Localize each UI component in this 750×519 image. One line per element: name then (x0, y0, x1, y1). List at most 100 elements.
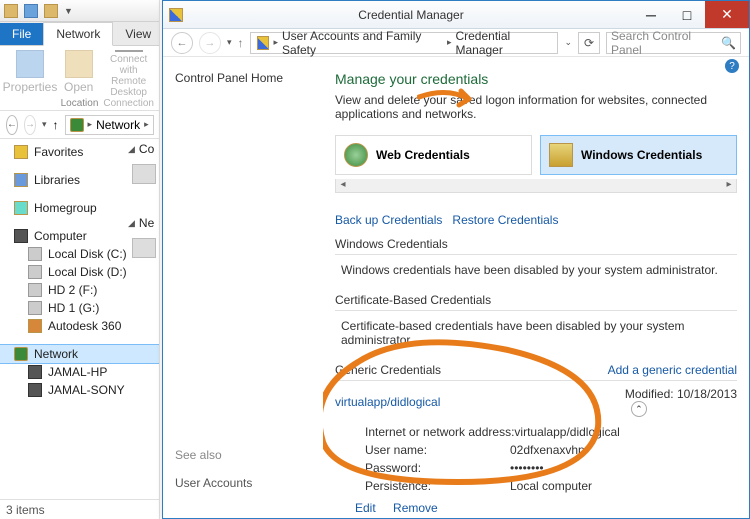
pc-icon (28, 365, 42, 379)
restore-credentials-link[interactable]: Restore Credentials (452, 213, 558, 227)
folder-icon (4, 4, 18, 18)
horizontal-scrollbar[interactable]: ◂▸ (335, 179, 737, 193)
label-password: Password: (365, 461, 510, 475)
status-bar: 3 items (0, 499, 159, 519)
modified-label: Modified: (625, 387, 674, 401)
nav-up-icon[interactable]: ↑ (53, 118, 59, 132)
backup-credentials-link[interactable]: Back up Credentials (335, 213, 442, 227)
device-thumb[interactable] (132, 238, 156, 258)
search-box[interactable]: Search Control Panel🔍 (606, 32, 741, 54)
control-panel-home-link[interactable]: Control Panel Home (175, 71, 311, 85)
section-generic-credentials: Generic Credentials Add a generic creden… (335, 363, 737, 381)
nav-fwd-button: → (24, 115, 36, 135)
device-thumb[interactable] (132, 164, 156, 184)
msg-cert-disabled: Certificate-based credentials have been … (335, 315, 737, 353)
safe-icon (549, 143, 573, 167)
value-password: •••••••• (510, 461, 544, 475)
drive-icon (28, 301, 42, 315)
cm-toolbar: ← → ▾ ↑ ▸ User Accounts and Family Safet… (163, 29, 749, 57)
nav-history-icon[interactable]: ▾ (42, 119, 47, 130)
label-address: Internet or network address: (365, 425, 514, 439)
tab-file[interactable]: File (0, 23, 43, 45)
shield-icon (169, 8, 183, 22)
computer-icon (14, 229, 28, 243)
credential-details: Internet or network address:virtualapp/d… (335, 419, 737, 497)
value-username: 02dfxenaxvhp (510, 443, 585, 457)
label-username: User name: (365, 443, 510, 457)
history-dropdown-icon[interactable]: ▾ (227, 37, 232, 48)
ribbon-group-label: Location (0, 98, 159, 109)
value-address: virtualapp/didlogical (514, 425, 619, 439)
msg-windows-disabled: Windows credentials have been disabled b… (335, 259, 737, 283)
drive-icon (28, 283, 42, 297)
tree-autodesk360[interactable]: Autodesk 360 (0, 317, 159, 335)
remote-desktop-icon (115, 50, 143, 52)
section-cert-credentials: Certificate-Based Credentials (335, 293, 737, 311)
ribbon: Properties Open Connect with Remote Desk… (0, 46, 159, 111)
qat-dropdown-icon[interactable]: ▼ (64, 6, 73, 16)
credential-entry-header[interactable]: virtualapp/didlogical Modified: 10/18/20… (335, 385, 737, 419)
crumb-dropdown-icon[interactable]: ⌄ (564, 37, 572, 48)
remove-link[interactable]: Remove (393, 501, 438, 515)
collapse-icon[interactable]: ◢ (128, 144, 135, 155)
cm-main-pane: Manage your credentials View and delete … (323, 57, 749, 518)
network-icon (14, 347, 28, 361)
pc-icon (28, 383, 42, 397)
scroll-right-icon[interactable]: ▸ (722, 179, 736, 192)
open-icon (65, 50, 93, 78)
explorer-content-sliver: ◢Co ◢Ne (128, 140, 162, 268)
forward-button: → (199, 32, 221, 54)
tab-view[interactable]: View (113, 23, 163, 45)
tree-net-jamal-hp[interactable]: JAMAL-HP (0, 363, 159, 381)
tab-windows-credentials[interactable]: Windows Credentials (540, 135, 737, 175)
up-button[interactable]: ↑ (238, 36, 244, 50)
crumb-credential-manager[interactable]: Credential Manager (455, 29, 551, 57)
page-description: View and delete your saved logon informa… (335, 93, 715, 121)
explorer-address-bar: ← → ▾ ↑ ▸Network▸ (0, 111, 159, 139)
crumb-user-accounts[interactable]: User Accounts and Family Safety (282, 29, 443, 57)
quick-access-toolbar: ▼ (0, 0, 159, 22)
shield-icon (257, 36, 270, 50)
close-button[interactable]: ✕ (705, 1, 749, 28)
label-persistence: Persistence: (365, 479, 510, 493)
user-accounts-link[interactable]: User Accounts (175, 476, 252, 490)
add-generic-credential-link[interactable]: Add a generic credential (608, 363, 737, 377)
collapse-icon[interactable]: ◢ (128, 218, 135, 229)
credential-name[interactable]: virtualapp/didlogical (335, 395, 440, 409)
credential-type-tabs: Web Credentials Windows Credentials (335, 135, 737, 175)
credential-manager-window: Credential Manager ─ □ ✕ ← → ▾ ↑ ▸ User … (162, 0, 750, 519)
tab-network[interactable]: Network (43, 22, 113, 46)
title-bar[interactable]: Credential Manager ─ □ ✕ (163, 1, 749, 29)
new-folder-icon[interactable] (44, 4, 58, 18)
autodesk-icon (28, 319, 42, 333)
properties-icon[interactable] (24, 4, 38, 18)
see-also-label: See also (175, 448, 252, 462)
star-icon (14, 145, 28, 159)
breadcrumb[interactable]: ▸Network▸ (65, 115, 154, 135)
value-persistence: Local computer (510, 479, 592, 493)
tab-web-credentials[interactable]: Web Credentials (335, 135, 532, 175)
homegroup-icon (14, 201, 28, 215)
globe-icon (344, 143, 368, 167)
edit-link[interactable]: Edit (355, 501, 376, 515)
section-windows-credentials: Windows Credentials (335, 237, 737, 255)
collapse-icon[interactable]: ⌃ (631, 401, 647, 417)
libraries-icon (14, 173, 28, 187)
minimize-button[interactable]: ─ (633, 1, 669, 28)
ribbon-tabs: File Network View (0, 22, 159, 46)
tree-net-jamal-sony[interactable]: JAMAL-SONY (0, 381, 159, 399)
drive-icon (28, 265, 42, 279)
nav-back-button[interactable]: ← (6, 115, 18, 135)
scroll-left-icon[interactable]: ◂ (336, 179, 350, 192)
back-button[interactable]: ← (171, 32, 193, 54)
breadcrumb[interactable]: ▸ User Accounts and Family Safety▸ Crede… (250, 32, 559, 54)
network-icon (70, 118, 84, 132)
refresh-button[interactable]: ⟳ (578, 32, 600, 54)
tree-drive-f[interactable]: HD 2 (F:) (0, 281, 159, 299)
maximize-button[interactable]: □ (669, 1, 705, 28)
drive-icon (28, 247, 42, 261)
cm-left-pane: Control Panel Home See also User Account… (163, 57, 323, 518)
tree-network[interactable]: Network (0, 345, 159, 363)
tree-drive-g[interactable]: HD 1 (G:) (0, 299, 159, 317)
modified-date: 10/18/2013 (677, 387, 737, 401)
